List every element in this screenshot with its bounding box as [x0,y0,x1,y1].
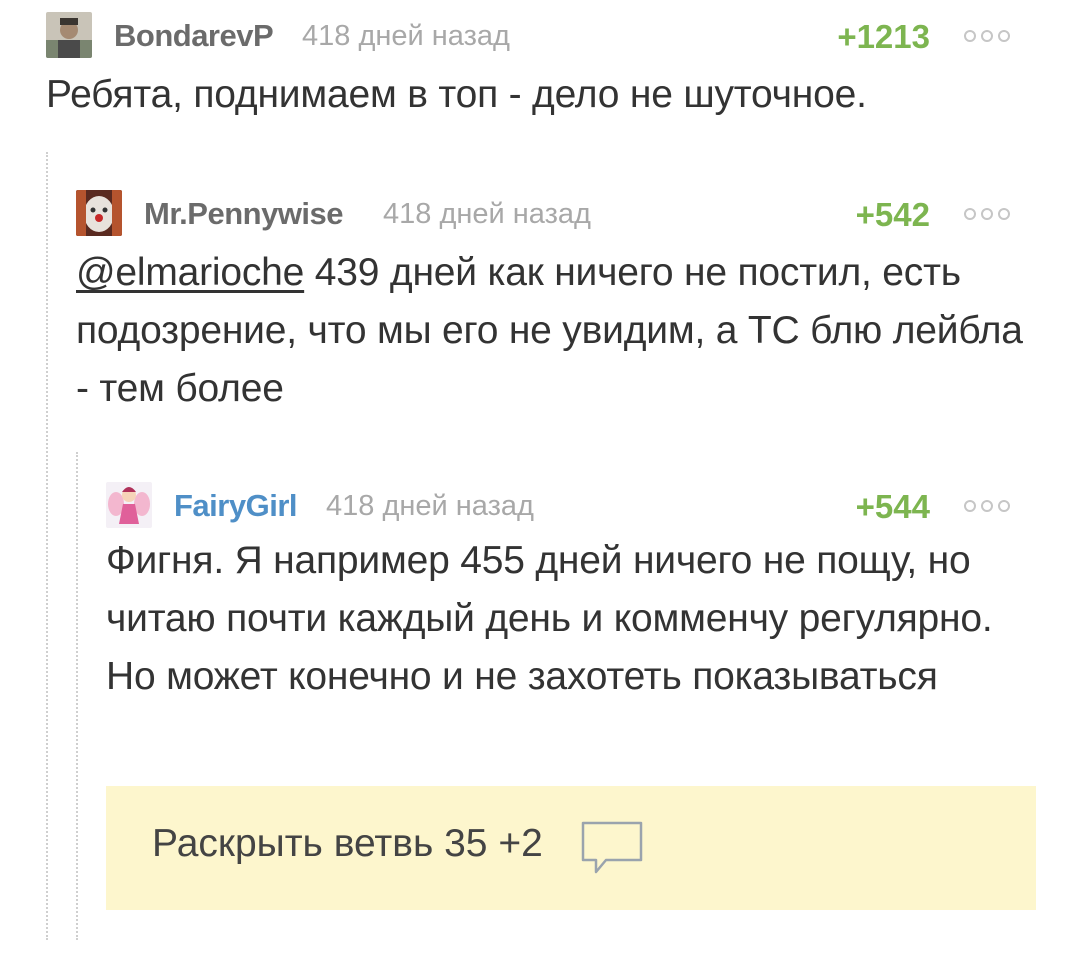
avatar[interactable] [106,482,152,528]
avatar[interactable] [46,12,92,58]
comment-rating: +542 [855,196,930,233]
author-nick[interactable]: BondarevP [114,18,274,54]
comment-rating: +544 [855,488,930,525]
author-nick[interactable]: Mr.Pennywise [144,196,344,232]
comment-time: 418 дней назад [326,490,534,522]
comment-3: FairyGirl 418 дней назад +544 Фигня. Я н… [106,474,1036,706]
comment-rating: +1213 [837,18,930,55]
comment-text: Ребята, поднимаем в топ - дело не шуточн… [46,73,867,116]
comment-header: Mr.Pennywise 418 дней назад +542 [76,182,1036,236]
comment-header: FairyGirl 418 дней назад +544 [106,474,1036,528]
comment-text: @elmarioche 439 дней как ничего не пости… [76,244,1036,418]
expand-branch-label: Раскрыть ветвь 35 +2 [152,822,543,865]
comment-bubble-icon [580,820,644,883]
comment-1: BondarevP 418 дней назад +1213 Ребята, п… [46,4,1036,124]
more-dots-icon[interactable] [964,30,1010,42]
author-nick[interactable]: FairyGirl [174,488,298,524]
comment-time: 418 дней назад [383,198,591,230]
branch-line-level-1 [46,152,48,940]
expand-branch-button[interactable]: Раскрыть ветвь 35 +2 [106,786,1036,910]
user-mention-link[interactable]: @elmarioche [76,251,304,294]
comment-2: Mr.Pennywise 418 дней назад +542 @elmari… [76,182,1036,418]
comment-time: 418 дней назад [302,20,510,52]
comment-text: Фигня. Я например 455 дней ничего не пощ… [106,539,993,698]
more-dots-icon[interactable] [964,500,1010,512]
avatar[interactable] [76,190,122,236]
comment-header: BondarevP 418 дней назад +1213 [46,4,1036,58]
more-dots-icon[interactable] [964,208,1010,220]
branch-line-level-2 [76,452,78,940]
